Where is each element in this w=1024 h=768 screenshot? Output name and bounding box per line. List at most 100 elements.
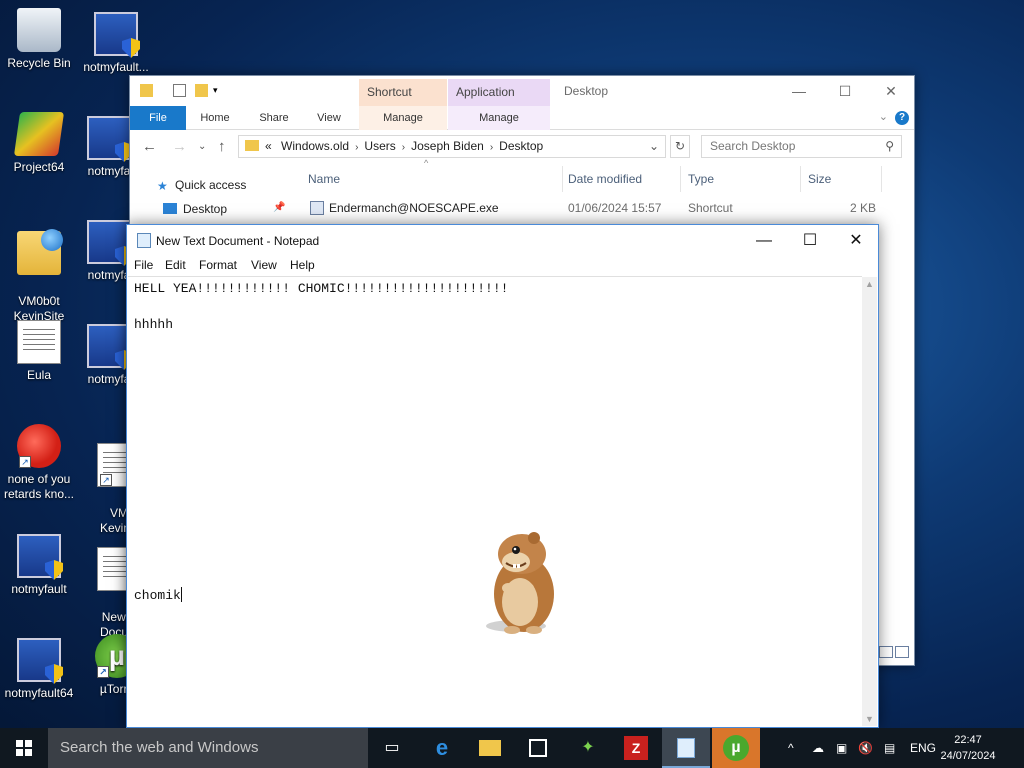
- chevron-down-icon[interactable]: ⌄: [649, 136, 659, 157]
- desktop-icon-project64[interactable]: Project64: [0, 112, 78, 175]
- shortcut-tools-context-tab[interactable]: Shortcut Tools: [359, 79, 447, 126]
- desktop-icon-label: Eula: [26, 368, 52, 382]
- properties-icon[interactable]: [173, 84, 186, 97]
- desktop-icon-label: notmyfault...: [83, 60, 149, 74]
- file-row[interactable]: Endermanch@NOESCAPE.exe 01/06/2024 15:57…: [306, 200, 886, 218]
- chevron-down-icon[interactable]: ▾: [213, 84, 226, 97]
- address-bar[interactable]: « Windows.old › Users › Joseph Biden › Desktop…: [238, 135, 666, 158]
- breadcrumb-desktop[interactable]: Desktop: [499, 139, 543, 153]
- notepad-title-bar[interactable]: New Text Document - Notepad — ☐ ✕: [127, 225, 878, 256]
- nav-item-label: Desktop: [183, 202, 228, 216]
- minimize-button[interactable]: —: [776, 76, 822, 106]
- chevron-down-icon[interactable]: ⌄: [879, 110, 888, 123]
- system-clock[interactable]: 22:47 24/07/2024: [938, 732, 998, 764]
- column-size[interactable]: Size: [808, 172, 831, 186]
- desktop-icon-notmyfault[interactable]: notmyfault: [0, 534, 78, 597]
- notepad-taskbar-icon[interactable]: [662, 728, 710, 768]
- column-type[interactable]: Type: [688, 172, 714, 186]
- desktop-icon-label: Project64: [13, 160, 65, 174]
- tab-manage-application[interactable]: Manage: [448, 106, 550, 130]
- maximize-button[interactable]: ☐: [822, 76, 868, 106]
- start-button[interactable]: [0, 728, 48, 768]
- text-editor[interactable]: HELL YEA!!!!!!!!!!!! CHOMIC!!!!!!!!!!!!!…: [128, 276, 862, 726]
- column-divider: [800, 166, 801, 192]
- document-icon: [17, 320, 61, 364]
- refresh-button[interactable]: ↻: [670, 135, 690, 158]
- app-window-icon: [17, 638, 63, 684]
- close-button[interactable]: ✕: [868, 76, 914, 106]
- file-size: 2 KB: [850, 201, 877, 215]
- hamster-mascot[interactable]: [476, 530, 568, 638]
- nav-item-desktop[interactable]: Desktop 📌: [163, 202, 285, 216]
- new-folder-icon[interactable]: [195, 84, 208, 97]
- application-tools-context-tab[interactable]: Application Tools: [448, 79, 550, 126]
- desktop-icon-notmyfault-a[interactable]: notmyfault...: [77, 12, 155, 75]
- taskbar: Search the web and Windows ▭ e ✦ Z µ ^ ☁…: [0, 728, 1024, 768]
- edge-icon[interactable]: e: [418, 728, 466, 768]
- column-date-modified[interactable]: Date modified: [568, 172, 642, 186]
- tab-file[interactable]: File: [130, 106, 186, 130]
- tab-view[interactable]: View: [305, 106, 353, 130]
- tab-share[interactable]: Share: [250, 106, 298, 130]
- breadcrumb-overflow[interactable]: «: [265, 139, 272, 153]
- large-icons-view-icon[interactable]: [895, 646, 909, 658]
- search-input[interactable]: Search Desktop ⚲: [701, 135, 902, 158]
- project64-icon: [13, 112, 65, 156]
- desktop-icon-label: none of you retards kno...: [3, 472, 75, 501]
- details-view-icon[interactable]: [879, 646, 893, 658]
- utorrent-taskbar-icon[interactable]: µ: [712, 728, 760, 768]
- folder-icon: [140, 84, 153, 97]
- desktop-icon-eula[interactable]: Eula: [0, 320, 78, 383]
- filezilla-icon[interactable]: Z: [612, 728, 660, 768]
- minimize-button[interactable]: —: [741, 225, 787, 256]
- scroll-down-arrow-icon[interactable]: ▼: [862, 714, 877, 724]
- tab-manage-shortcut[interactable]: Manage: [359, 106, 447, 130]
- menu-format[interactable]: Format: [199, 258, 237, 272]
- desktop-icon-label: notmyfault: [11, 582, 67, 596]
- tab-home[interactable]: Home: [190, 106, 240, 130]
- app-window-icon: [87, 324, 133, 370]
- desktop-icon-recycle-bin[interactable]: Recycle Bin: [0, 8, 78, 71]
- maximize-button[interactable]: ☐: [787, 225, 833, 256]
- file-name-text: Endermanch@NOESCAPE.exe: [329, 201, 499, 215]
- menu-file[interactable]: File: [134, 258, 153, 272]
- column-name[interactable]: Name: [308, 172, 340, 186]
- help-icon[interactable]: ?: [895, 111, 909, 125]
- recent-locations-icon[interactable]: ⌄: [198, 141, 206, 152]
- scroll-up-arrow-icon[interactable]: ▲: [862, 279, 877, 289]
- explorer-title-bar[interactable]: ▾ Shortcut Tools Application Tools Deskt…: [130, 76, 914, 126]
- project64-icon[interactable]: ✦: [564, 728, 612, 768]
- network-icon[interactable]: ▣: [836, 728, 847, 768]
- close-button[interactable]: ✕: [833, 225, 879, 256]
- breadcrumb-users[interactable]: Users: [364, 139, 395, 153]
- task-view-button[interactable]: ▭: [368, 728, 416, 768]
- chevron-up-icon[interactable]: ^: [788, 728, 794, 768]
- desktop-icon-notmyfault64[interactable]: notmyfault64: [0, 638, 78, 701]
- text-line: chomik: [134, 588, 181, 603]
- ribbon-tabs: File Home Share View Manage Manage ⌄ ?: [130, 106, 914, 130]
- breadcrumb-joseph-biden[interactable]: Joseph Biden: [411, 139, 484, 153]
- file-explorer-icon[interactable]: [466, 728, 514, 768]
- menu-help[interactable]: Help: [290, 258, 315, 272]
- taskbar-search-box[interactable]: Search the web and Windows: [48, 728, 368, 768]
- breadcrumb-windows-old[interactable]: Windows.old: [281, 139, 349, 153]
- vertical-scrollbar[interactable]: ▲ ▼: [862, 277, 877, 726]
- back-arrow-icon[interactable]: ←: [142, 138, 157, 155]
- desktop-icon-none-of-you[interactable]: ↗ none of you retards kno...: [0, 424, 78, 502]
- forward-arrow-icon[interactable]: →: [172, 138, 187, 155]
- column-divider: [881, 166, 882, 192]
- shortcut-file-icon: [310, 201, 324, 215]
- text-caret: [180, 587, 182, 602]
- action-center-icon[interactable]: ▤: [884, 728, 895, 768]
- store-icon[interactable]: [514, 728, 562, 768]
- app-window-icon: [87, 220, 133, 266]
- onedrive-icon[interactable]: ☁: [812, 728, 824, 768]
- volume-muted-icon[interactable]: 🔇: [858, 728, 873, 768]
- nav-item-quick-access[interactable]: ★ Quick access: [157, 178, 246, 193]
- ruby-icon: ↗: [17, 424, 61, 468]
- menu-view[interactable]: View: [251, 258, 277, 272]
- language-indicator[interactable]: ENG: [910, 728, 936, 768]
- menu-edit[interactable]: Edit: [165, 258, 186, 272]
- address-row: ← → ⌄ ↑ « Windows.old › Users › Joseph Biden…: [130, 130, 914, 164]
- up-arrow-icon[interactable]: ↑: [218, 138, 226, 155]
